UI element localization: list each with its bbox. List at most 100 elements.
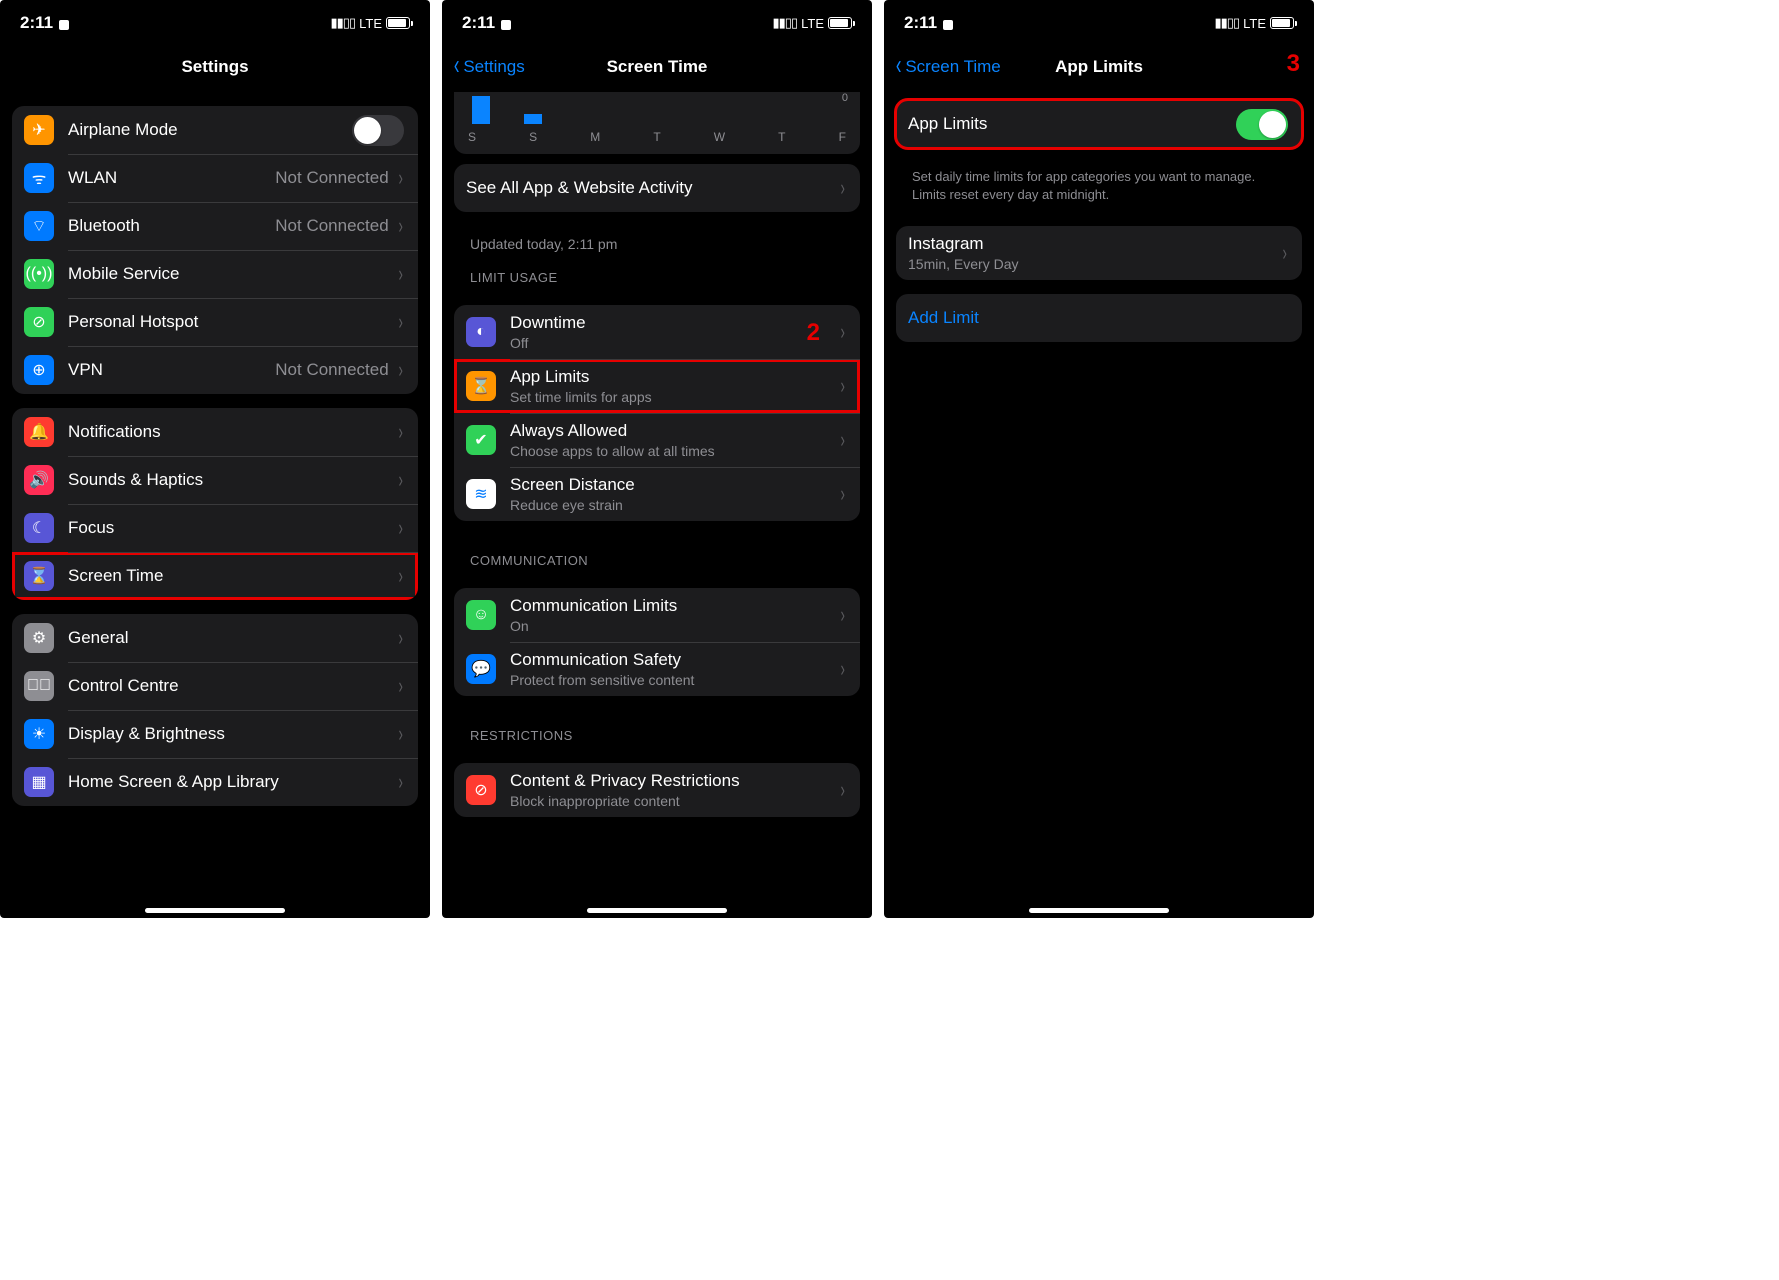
home-indicator[interactable] bbox=[1029, 908, 1169, 913]
hourglass-icon: ⌛ bbox=[24, 561, 54, 591]
row-content-privacy[interactable]: ⊘ Content & Privacy Restrictions Block i… bbox=[454, 763, 860, 817]
row-app-limits-toggle[interactable]: App Limits bbox=[896, 100, 1302, 148]
speaker-icon: 🔊 bbox=[24, 465, 54, 495]
add-limit-group: Add Limit bbox=[896, 294, 1302, 342]
back-button[interactable]: ‹ Screen Time bbox=[890, 53, 1005, 81]
clock-indicator-icon bbox=[943, 20, 953, 30]
see-all-activity-group: See All App & Website Activity › bbox=[454, 164, 860, 212]
status-bar: 2:11 ▮▮▯▯ LTE bbox=[884, 0, 1314, 42]
back-button[interactable]: ‹ Settings bbox=[448, 53, 529, 81]
row-sounds-haptics[interactable]: 🔊 Sounds & Haptics › bbox=[12, 456, 418, 504]
no-entry-icon: ⊘ bbox=[466, 775, 496, 805]
day-label: F bbox=[839, 130, 846, 144]
day-label: M bbox=[590, 130, 600, 144]
row-limit-instagram[interactable]: Instagram 15min, Every Day › bbox=[896, 226, 1302, 280]
row-focus[interactable]: ☾ Focus › bbox=[12, 504, 418, 552]
limit-usage-group: 2 ◐ Downtime Off › ⌛ App Limits Set time… bbox=[454, 305, 860, 521]
page-title: Settings bbox=[181, 57, 248, 77]
airplane-icon: ✈ bbox=[24, 115, 54, 145]
app-limits-toggle-group: App Limits bbox=[896, 100, 1302, 148]
chart-bar bbox=[524, 114, 542, 124]
row-label: Bluetooth bbox=[68, 216, 140, 236]
row-label: Focus bbox=[68, 518, 114, 538]
row-label: Sounds & Haptics bbox=[68, 470, 203, 490]
row-control-centre[interactable]: �⃝ Control Centre › bbox=[12, 662, 418, 710]
grid-icon: ▦ bbox=[24, 767, 54, 797]
row-screen-time[interactable]: ⌛ Screen Time › bbox=[12, 552, 418, 600]
row-sub: Set time limits for apps bbox=[510, 389, 839, 405]
network-label: LTE bbox=[359, 16, 382, 31]
signal-icon: ▮▮▯▯ bbox=[1214, 15, 1239, 31]
home-indicator[interactable] bbox=[145, 908, 285, 913]
row-home-screen[interactable]: ▦ Home Screen & App Library › bbox=[12, 758, 418, 806]
battery-icon bbox=[828, 17, 852, 29]
wifi-icon: ᯤ bbox=[24, 163, 54, 193]
status-time: 2:11 bbox=[904, 13, 937, 33]
row-see-all-activity[interactable]: See All App & Website Activity › bbox=[454, 164, 860, 212]
row-communication-safety[interactable]: 💬 Communication Safety Protect from sens… bbox=[454, 642, 860, 696]
page-title: App Limits bbox=[1055, 57, 1143, 77]
row-wlan[interactable]: ᯤ WLAN Not Connected › bbox=[12, 154, 418, 202]
row-value: Not Connected bbox=[275, 216, 388, 236]
section-header-limit-usage: LIMIT USAGE bbox=[454, 252, 860, 291]
row-add-limit[interactable]: Add Limit bbox=[896, 294, 1302, 342]
airplane-toggle[interactable] bbox=[352, 115, 404, 146]
row-sub: Protect from sensitive content bbox=[510, 672, 839, 688]
screen-distance-icon: ≋ bbox=[466, 479, 496, 509]
usage-chart: S S M T W T F bbox=[454, 92, 860, 154]
add-limit-label: Add Limit bbox=[908, 308, 979, 328]
row-label: VPN bbox=[68, 360, 103, 380]
row-downtime[interactable]: ◐ Downtime Off › bbox=[454, 305, 860, 359]
row-sub: Reduce eye strain bbox=[510, 497, 839, 513]
row-sub: Off bbox=[510, 335, 839, 351]
row-personal-hotspot[interactable]: ⊘ Personal Hotspot › bbox=[12, 298, 418, 346]
person-icon: ☺ bbox=[466, 600, 496, 630]
home-indicator[interactable] bbox=[587, 908, 727, 913]
row-label: Notifications bbox=[68, 422, 161, 442]
globe-icon: ⊕ bbox=[24, 355, 54, 385]
row-label: Personal Hotspot bbox=[68, 312, 198, 332]
row-label: Mobile Service bbox=[68, 264, 180, 284]
settings-screen: 2:11 ▮▮▯▯ LTE Settings ✈ Airplane Mode ᯤ… bbox=[0, 0, 430, 918]
row-label: Display & Brightness bbox=[68, 724, 225, 744]
row-airplane-mode[interactable]: ✈ Airplane Mode bbox=[12, 106, 418, 154]
row-vpn[interactable]: ⊕ VPN Not Connected › bbox=[12, 346, 418, 394]
communication-group: ☺ Communication Limits On › 💬 Communicat… bbox=[454, 588, 860, 696]
row-label: Control Centre bbox=[68, 676, 179, 696]
clock-indicator-icon bbox=[59, 20, 69, 30]
day-label: T bbox=[778, 130, 785, 144]
row-screen-distance[interactable]: ≋ Screen Distance Reduce eye strain › bbox=[454, 467, 860, 521]
updated-label: Updated today, 2:11 pm bbox=[454, 226, 860, 252]
row-display-brightness[interactable]: ☀ Display & Brightness › bbox=[12, 710, 418, 758]
row-label: Communication Safety bbox=[510, 650, 839, 670]
chat-bubble-icon: 💬 bbox=[466, 654, 496, 684]
back-label: Settings bbox=[463, 57, 524, 77]
app-limits-toggle[interactable] bbox=[1236, 109, 1288, 140]
row-always-allowed[interactable]: ✔ Always Allowed Choose apps to allow at… bbox=[454, 413, 860, 467]
row-label: Always Allowed bbox=[510, 421, 839, 441]
app-limits-screen: 2:11 ▮▮▯▯ LTE ‹ Screen Time App Limits 3… bbox=[884, 0, 1314, 918]
row-general[interactable]: ⚙ General › bbox=[12, 614, 418, 662]
day-label: W bbox=[714, 130, 725, 144]
back-label: Screen Time bbox=[905, 57, 1000, 77]
app-limits-list-group: Instagram 15min, Every Day › bbox=[896, 226, 1302, 280]
row-sub: Choose apps to allow at all times bbox=[510, 443, 839, 459]
row-value: Not Connected bbox=[275, 168, 388, 188]
moon-icon: ☾ bbox=[24, 513, 54, 543]
row-communication-limits[interactable]: ☺ Communication Limits On › bbox=[454, 588, 860, 642]
row-label: Airplane Mode bbox=[68, 120, 178, 140]
signal-icon: ▮▮▯▯ bbox=[772, 15, 797, 31]
row-bluetooth[interactable]: ⌔ Bluetooth Not Connected › bbox=[12, 202, 418, 250]
signal-icon: ▮▮▯▯ bbox=[330, 15, 355, 31]
row-notifications[interactable]: 🔔 Notifications › bbox=[12, 408, 418, 456]
annotation-number: 3 bbox=[1287, 50, 1300, 78]
row-mobile-service[interactable]: ((•)) Mobile Service › bbox=[12, 250, 418, 298]
settings-group-general: ⚙ General › �⃝ Control Centre › ☀ Displa… bbox=[12, 614, 418, 806]
row-label: Home Screen & App Library bbox=[68, 772, 279, 792]
row-label: General bbox=[68, 628, 128, 648]
bell-icon: 🔔 bbox=[24, 417, 54, 447]
status-time: 2:11 bbox=[20, 13, 53, 33]
row-app-limits[interactable]: ⌛ App Limits Set time limits for apps › bbox=[454, 359, 860, 413]
gear-icon: ⚙ bbox=[24, 623, 54, 653]
battery-icon bbox=[1270, 17, 1294, 29]
